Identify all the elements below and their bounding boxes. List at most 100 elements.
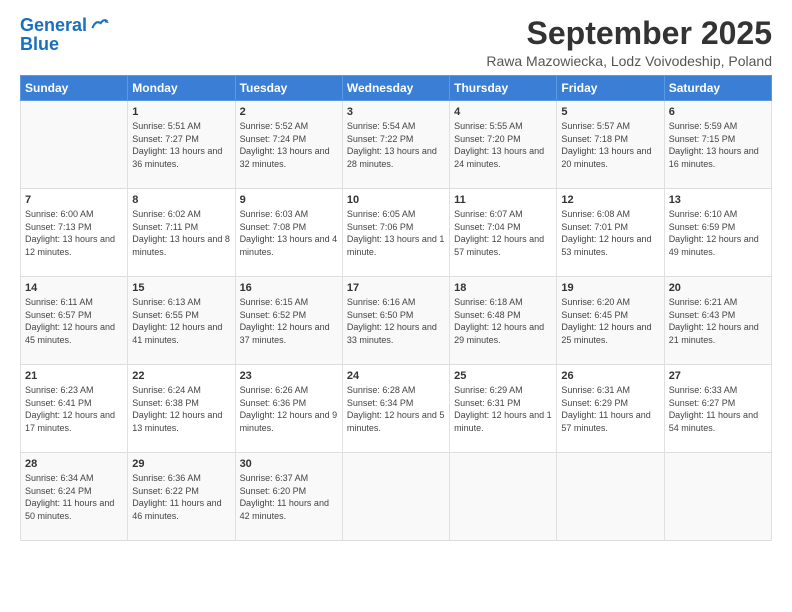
day-number: 2 — [240, 106, 338, 118]
day-number: 27 — [669, 370, 767, 382]
table-row: 17 Sunrise: 6:16 AMSunset: 6:50 PMDayligh… — [342, 277, 449, 365]
day-info: Sunrise: 6:07 AMSunset: 7:04 PMDaylight:… — [454, 208, 552, 258]
day-info: Sunrise: 6:31 AMSunset: 6:29 PMDaylight:… — [561, 384, 659, 434]
day-info: Sunrise: 6:34 AMSunset: 6:24 PMDaylight:… — [25, 472, 123, 522]
table-row: 3Sunrise: 5:54 AMSunset: 7:22 PMDaylight… — [342, 101, 449, 189]
calendar-week-row: 14 Sunrise: 6:11 AMSunset: 6:57 PMDayligh… — [21, 277, 772, 365]
table-row: 15 Sunrise: 6:13 AMSunset: 6:55 PMDayligh… — [128, 277, 235, 365]
day-info: Sunrise: 6:02 AMSunset: 7:11 PMDaylight:… — [132, 208, 230, 258]
calendar-week-row: 21 Sunrise: 6:23 AMSunset: 6:41 PMDayligh… — [21, 365, 772, 453]
table-row: 18Sunrise: 6:18 AMSunset: 6:48 PMDayligh… — [450, 277, 557, 365]
day-number: 6 — [669, 106, 767, 118]
table-row — [342, 453, 449, 541]
day-number: 14 — [25, 282, 123, 294]
table-row: 11 Sunrise: 6:07 AMSunset: 7:04 PMDayligh… — [450, 189, 557, 277]
calendar-header-row: Sunday Monday Tuesday Wednesday Thursday… — [21, 76, 772, 101]
table-row: 25 Sunrise: 6:29 AMSunset: 6:31 PMDayligh… — [450, 365, 557, 453]
day-number: 15 — [132, 282, 230, 294]
day-info: Sunrise: 5:57 AMSunset: 7:18 PMDaylight:… — [561, 120, 659, 170]
day-number: 19 — [561, 282, 659, 294]
title-block: September 2025 Rawa Mazowiecka, Lodz Voi… — [486, 16, 772, 69]
day-number: 28 — [25, 458, 123, 470]
col-wednesday: Wednesday — [342, 76, 449, 101]
table-row: 7 Sunrise: 6:00 AMSunset: 7:13 PMDaylight… — [21, 189, 128, 277]
day-info: Sunrise: 6:29 AMSunset: 6:31 PMDaylight:… — [454, 384, 552, 434]
location-subtitle: Rawa Mazowiecka, Lodz Voivodeship, Polan… — [486, 53, 772, 69]
table-row: 13 Sunrise: 6:10 AMSunset: 6:59 PMDayligh… — [664, 189, 771, 277]
day-info: Sunrise: 6:33 AMSunset: 6:27 PMDaylight:… — [669, 384, 767, 434]
table-row: 24 Sunrise: 6:28 AMSunset: 6:34 PMDayligh… — [342, 365, 449, 453]
day-info: Sunrise: 5:55 AMSunset: 7:20 PMDaylight:… — [454, 120, 552, 170]
table-row: 12Sunrise: 6:08 AMSunset: 7:01 PMDayligh… — [557, 189, 664, 277]
day-info: Sunrise: 6:24 AMSunset: 6:38 PMDaylight:… — [132, 384, 230, 434]
calendar-week-row: 7 Sunrise: 6:00 AMSunset: 7:13 PMDaylight… — [21, 189, 772, 277]
day-number: 17 — [347, 282, 445, 294]
day-info: Sunrise: 6:28 AMSunset: 6:34 PMDaylight:… — [347, 384, 445, 434]
day-number: 7 — [25, 194, 123, 206]
day-number: 23 — [240, 370, 338, 382]
table-row — [557, 453, 664, 541]
day-number: 8 — [132, 194, 230, 206]
day-number: 1 — [132, 106, 230, 118]
table-row — [664, 453, 771, 541]
table-row: 21 Sunrise: 6:23 AMSunset: 6:41 PMDayligh… — [21, 365, 128, 453]
calendar-week-row: 28 Sunrise: 6:34 AMSunset: 6:24 PMDayligh… — [21, 453, 772, 541]
day-info: Sunrise: 6:23 AMSunset: 6:41 PMDaylight:… — [25, 384, 123, 434]
day-number: 13 — [669, 194, 767, 206]
table-row: 8 Sunrise: 6:02 AMSunset: 7:11 PMDaylight… — [128, 189, 235, 277]
table-row: 28 Sunrise: 6:34 AMSunset: 6:24 PMDayligh… — [21, 453, 128, 541]
day-info: Sunrise: 5:59 AMSunset: 7:15 PMDaylight:… — [669, 120, 767, 170]
table-row: 10Sunrise: 6:05 AMSunset: 7:06 PMDayligh… — [342, 189, 449, 277]
day-number: 11 — [454, 194, 552, 206]
day-number: 22 — [132, 370, 230, 382]
day-info: Sunrise: 6:13 AMSunset: 6:55 PMDaylight:… — [132, 296, 230, 346]
day-number: 24 — [347, 370, 445, 382]
day-info: Sunrise: 6:16 AMSunset: 6:50 PMDaylight:… — [347, 296, 445, 346]
table-row: 27 Sunrise: 6:33 AMSunset: 6:27 PMDayligh… — [664, 365, 771, 453]
day-number: 20 — [669, 282, 767, 294]
table-row: 6 Sunrise: 5:59 AMSunset: 7:15 PMDaylight… — [664, 101, 771, 189]
day-number: 29 — [132, 458, 230, 470]
day-number: 26 — [561, 370, 659, 382]
logo-text: General — [20, 16, 87, 36]
day-number: 12 — [561, 194, 659, 206]
col-tuesday: Tuesday — [235, 76, 342, 101]
table-row: 5Sunrise: 5:57 AMSunset: 7:18 PMDaylight… — [557, 101, 664, 189]
table-row: 9 Sunrise: 6:03 AMSunset: 7:08 PMDaylight… — [235, 189, 342, 277]
table-row — [450, 453, 557, 541]
table-row — [21, 101, 128, 189]
day-info: Sunrise: 5:52 AMSunset: 7:24 PMDaylight:… — [240, 120, 338, 170]
table-row: 4 Sunrise: 5:55 AMSunset: 7:20 PMDaylight… — [450, 101, 557, 189]
table-row: 19 Sunrise: 6:20 AMSunset: 6:45 PMDayligh… — [557, 277, 664, 365]
day-info: Sunrise: 6:18 AMSunset: 6:48 PMDaylight:… — [454, 296, 552, 346]
table-row: 20 Sunrise: 6:21 AMSunset: 6:43 PMDayligh… — [664, 277, 771, 365]
day-info: Sunrise: 6:15 AMSunset: 6:52 PMDaylight:… — [240, 296, 338, 346]
day-info: Sunrise: 6:11 AMSunset: 6:57 PMDaylight:… — [25, 296, 123, 346]
day-info: Sunrise: 6:00 AMSunset: 7:13 PMDaylight:… — [25, 208, 123, 258]
day-info: Sunrise: 6:36 AMSunset: 6:22 PMDaylight:… — [132, 472, 230, 522]
day-info: Sunrise: 6:10 AMSunset: 6:59 PMDaylight:… — [669, 208, 767, 258]
table-row: 1 Sunrise: 5:51 AMSunset: 7:27 PMDaylight… — [128, 101, 235, 189]
col-saturday: Saturday — [664, 76, 771, 101]
day-info: Sunrise: 6:03 AMSunset: 7:08 PMDaylight:… — [240, 208, 338, 258]
logo-icon — [89, 14, 109, 34]
table-row: 2 Sunrise: 5:52 AMSunset: 7:24 PMDaylight… — [235, 101, 342, 189]
page-header: General Blue September 2025 Rawa Mazowie… — [20, 16, 772, 69]
day-info: Sunrise: 6:21 AMSunset: 6:43 PMDaylight:… — [669, 296, 767, 346]
table-row: 14 Sunrise: 6:11 AMSunset: 6:57 PMDayligh… — [21, 277, 128, 365]
calendar-week-row: 1 Sunrise: 5:51 AMSunset: 7:27 PMDaylight… — [21, 101, 772, 189]
day-number: 4 — [454, 106, 552, 118]
day-info: Sunrise: 5:51 AMSunset: 7:27 PMDaylight:… — [132, 120, 230, 170]
day-number: 9 — [240, 194, 338, 206]
calendar-table: Sunday Monday Tuesday Wednesday Thursday… — [20, 75, 772, 541]
day-info: Sunrise: 6:20 AMSunset: 6:45 PMDaylight:… — [561, 296, 659, 346]
month-title: September 2025 — [486, 16, 772, 51]
table-row: 30Sunrise: 6:37 AMSunset: 6:20 PMDayligh… — [235, 453, 342, 541]
day-number: 25 — [454, 370, 552, 382]
table-row: 22 Sunrise: 6:24 AMSunset: 6:38 PMDayligh… — [128, 365, 235, 453]
col-thursday: Thursday — [450, 76, 557, 101]
day-number: 30 — [240, 458, 338, 470]
table-row: 16Sunrise: 6:15 AMSunset: 6:52 PMDayligh… — [235, 277, 342, 365]
col-monday: Monday — [128, 76, 235, 101]
day-number: 21 — [25, 370, 123, 382]
